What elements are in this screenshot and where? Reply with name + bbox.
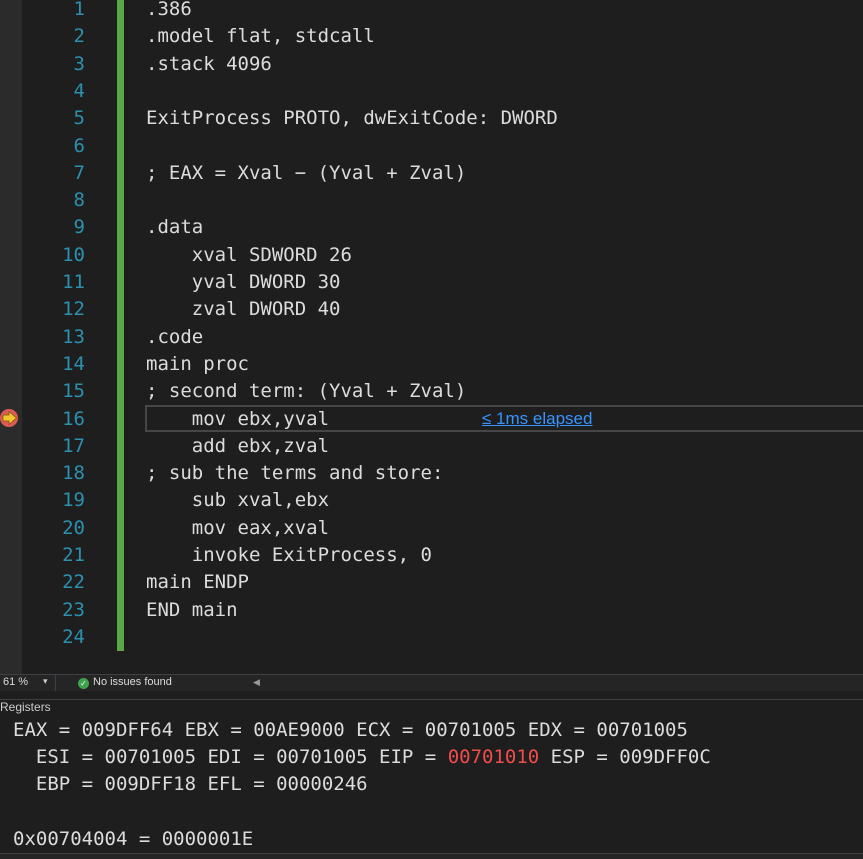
issues-indicator[interactable]: ✓ No issues found (78, 676, 172, 689)
register-row-2: ESI = 00701005 EDI = 00701005 EIP = 0070… (13, 744, 711, 771)
code-line[interactable]: sub xval,ebx (146, 487, 329, 514)
code-line[interactable]: .code (146, 324, 203, 351)
line-number: 21 (62, 544, 85, 566)
register-row-3: EBP = 009DFF18 EFL = 00000246 (13, 773, 368, 795)
line-number: 12 (62, 298, 85, 321)
code-line[interactable]: yval DWORD 30 (146, 269, 341, 296)
registers-title: Registers (0, 700, 51, 714)
code-line[interactable]: add ebx,zval (146, 433, 329, 460)
line-number: 3 (73, 52, 85, 75)
scroll-left-icon[interactable]: ◀ (253, 677, 260, 688)
line-number: 10 (62, 243, 85, 266)
line-number: 5 (73, 107, 85, 130)
panel-splitter[interactable] (0, 691, 863, 700)
chevron-down-icon: ▾ (43, 676, 48, 686)
check-circle-icon: ✓ (78, 678, 89, 689)
perf-tip-elapsed-link[interactable]: ≤ 1ms elapsed (482, 409, 592, 429)
line-number: 11 (62, 271, 85, 293)
line-number: 6 (73, 134, 85, 157)
code-line[interactable]: mov ebx,yval (146, 406, 329, 433)
line-number: 4 (73, 79, 85, 102)
line-number: 8 (73, 189, 85, 212)
line-number: 1 (73, 0, 85, 20)
code-line[interactable]: .model flat, stdcall (146, 23, 375, 50)
glyph-margin[interactable] (0, 0, 22, 674)
code-line[interactable]: main proc (146, 351, 249, 378)
register-row-2-prefix: ESI = 00701005 EDI = 00701005 EIP = (13, 746, 448, 768)
line-number: 14 (62, 352, 85, 375)
code-line[interactable]: ; sub the terms and store: (146, 460, 443, 487)
line-number: 15 (62, 380, 85, 403)
code-line[interactable]: ; EAX = Xval − (Yval + Zval) (146, 160, 466, 187)
code-line[interactable]: .386 (146, 0, 192, 23)
code-line[interactable]: mov eax,xval (146, 515, 329, 542)
zoom-dropdown[interactable]: 61 % ▾ (0, 675, 56, 691)
line-number: 9 (73, 216, 85, 239)
line-number: 20 (62, 516, 85, 539)
registers-status-bar (0, 853, 863, 859)
code-line[interactable]: invoke ExitProcess, 0 (146, 542, 432, 569)
code-line[interactable]: .stack 4096 (146, 51, 272, 78)
line-number: 24 (62, 625, 85, 648)
zoom-value: 61 % (3, 676, 29, 688)
memory-watch-expression: 0x00704004 = 0000001E (13, 828, 254, 850)
line-number: 2 (73, 25, 85, 48)
line-number: 16 (62, 407, 85, 430)
registers-window[interactable]: Registers EAX = 009DFF64 EBX = 00AE9000 … (0, 700, 863, 859)
line-number: 7 (73, 161, 85, 184)
eip-changed-value: 00701010 (447, 746, 540, 768)
line-number: 22 (62, 571, 85, 594)
line-number: 19 (62, 489, 85, 512)
code-line[interactable]: END main (146, 597, 238, 624)
line-number: 13 (62, 325, 85, 348)
code-line[interactable]: ; second term: (Yval + Zval) (146, 378, 466, 405)
change-tracking-bar (117, 0, 124, 651)
code-line[interactable]: xval SDWORD 26 (146, 242, 352, 269)
code-line[interactable]: zval DWORD 40 (146, 296, 341, 323)
register-row-1: EAX = 009DFF64 EBX = 00AE9000 ECX = 0070… (13, 719, 688, 741)
code-line[interactable]: ExitProcess PROTO, dwExitCode: DWORD (146, 105, 558, 132)
line-number: 17 (62, 434, 85, 457)
line-number: 23 (62, 598, 85, 621)
issues-label: No issues found (93, 676, 172, 688)
editor-status-bar: 61 % ▾ ✓ No issues found ◀ (0, 674, 863, 691)
code-line[interactable]: main ENDP (146, 569, 249, 596)
register-row-2-suffix: ESP = 009DFF0C (539, 746, 711, 768)
code-line[interactable]: .data (146, 214, 203, 241)
current-statement-arrow-icon[interactable] (0, 408, 20, 428)
code-editor[interactable]: 1 2 3 4 5 6 7 8 9 10 11 12 13 14 15 16 17 18 19 20 21 22 23 24 … (0, 0, 863, 674)
line-number: 18 (62, 462, 85, 485)
